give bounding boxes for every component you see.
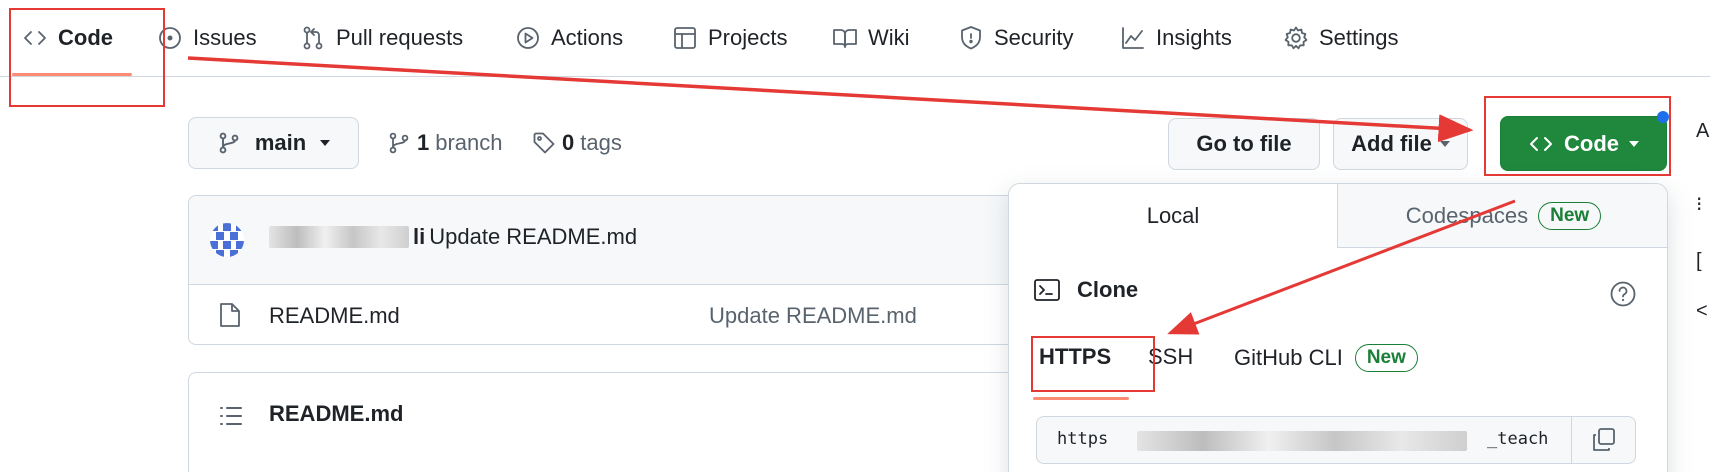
tab-local-label: Local	[1146, 203, 1200, 228]
copy-icon	[1592, 428, 1615, 451]
tab-wiki[interactable]: Wiki	[832, 18, 910, 58]
sidebar-edge-glyph: [	[1696, 250, 1702, 272]
file-row: README.md Update README.md	[189, 286, 1047, 344]
table-icon	[674, 27, 696, 49]
file-icon	[220, 303, 240, 327]
go-to-file-button[interactable]: Go to file	[1168, 118, 1320, 170]
tab-local[interactable]: Local	[1009, 184, 1338, 248]
readme-box: README.md	[188, 372, 1048, 472]
annotation-box-code-button	[1484, 96, 1671, 176]
add-file-button[interactable]: Add file	[1333, 118, 1468, 170]
redacted-url	[1137, 431, 1467, 451]
repo-nav: Code Issues Pull requests Actions Projec…	[0, 0, 1710, 77]
commit-author[interactable]: li	[413, 224, 425, 250]
tab-projects[interactable]: Projects	[672, 18, 787, 58]
avatar[interactable]	[210, 223, 244, 257]
dropdown-tabs: Local Codespaces New	[1009, 184, 1667, 248]
copy-url-button[interactable]	[1571, 417, 1635, 463]
branches-link[interactable]: 1 branch	[387, 130, 503, 156]
clone-url-input[interactable]: https anx _teach	[1037, 417, 1571, 463]
commit-message[interactable]: Update README.md	[429, 224, 637, 250]
new-badge: New	[1538, 201, 1602, 230]
question-icon[interactable]	[1609, 280, 1637, 308]
new-badge: New	[1354, 344, 1418, 372]
tab-wiki-label: Wiki	[868, 25, 910, 50]
add-file-label: Add file	[1351, 131, 1432, 156]
branch-label: branch	[435, 130, 503, 155]
file-commit-message[interactable]: Update README.md	[709, 303, 917, 329]
terminal-icon	[1034, 279, 1060, 301]
tag-label: tags	[580, 130, 622, 155]
latest-commit-text: li Update README.md	[269, 224, 637, 250]
tab-github-cli[interactable]: GitHub CLI New	[1234, 344, 1418, 372]
tab-actions[interactable]: Actions	[515, 18, 623, 58]
tab-issues[interactable]: Issues	[157, 18, 257, 58]
tab-insights-label: Insights	[1156, 25, 1232, 50]
tab-security-label: Security	[994, 25, 1074, 50]
shield-icon	[961, 26, 981, 50]
branch-name: main	[254, 130, 307, 155]
chevron-down-icon	[320, 140, 331, 146]
play-icon	[517, 27, 539, 49]
annotation-box-code-tab	[9, 8, 165, 107]
branch-icon	[219, 132, 239, 154]
list-icon[interactable]	[219, 405, 243, 427]
annotation-box-https-tab	[1031, 336, 1155, 392]
latest-commit-row: li Update README.md	[189, 196, 1047, 285]
chevron-down-icon	[1439, 141, 1450, 147]
tab-codespaces-label: Codespaces	[1405, 202, 1529, 228]
tab-actions-label: Actions	[551, 25, 624, 50]
branch-select-button[interactable]: main	[188, 117, 359, 169]
readme-title[interactable]: README.md	[269, 401, 403, 427]
clone-title: Clone	[1077, 277, 1139, 302]
clone-dropdown: Local Codespaces New Clone HTTPS SSH Git…	[1008, 183, 1668, 472]
tab-pull-requests[interactable]: Pull requests	[300, 18, 463, 58]
tab-issues-label: Issues	[193, 25, 257, 50]
tag-count: 0	[562, 130, 575, 155]
branch-icon	[389, 132, 409, 154]
tab-pull-requests-label: Pull requests	[336, 25, 464, 50]
clone-url-start: https	[1057, 429, 1109, 449]
redacted-author	[269, 226, 409, 248]
sidebar-edge-glyph: ⁝	[1696, 194, 1703, 216]
graph-icon	[1122, 27, 1144, 49]
gear-icon	[1284, 26, 1308, 50]
clone-url-field: https anx _teach	[1036, 416, 1636, 464]
tab-insights[interactable]: Insights	[1120, 18, 1232, 58]
tab-security[interactable]: Security	[958, 18, 1073, 58]
go-to-file-label: Go to file	[1196, 131, 1292, 156]
clone-url-end: _teach	[1487, 429, 1549, 449]
tab-codespaces[interactable]: Codespaces New	[1338, 184, 1667, 248]
file-name[interactable]: README.md	[269, 303, 400, 329]
sidebar-edge-glyph: <	[1696, 300, 1708, 322]
clone-header: Clone	[1033, 276, 1138, 304]
pull-request-icon	[303, 26, 323, 50]
tab-settings[interactable]: Settings	[1283, 18, 1399, 58]
book-icon	[833, 29, 857, 48]
tags-link[interactable]: 0 tags	[532, 130, 622, 156]
tab-settings-label: Settings	[1319, 25, 1399, 50]
tag-icon	[533, 132, 555, 154]
file-list-box: li Update README.md README.md Update REA…	[188, 195, 1048, 345]
branch-count: 1	[417, 130, 430, 155]
tab-projects-label: Projects	[708, 25, 788, 50]
tab-github-cli-label: GitHub CLI	[1234, 345, 1343, 370]
sidebar-edge-glyph: A	[1696, 120, 1710, 142]
protocol-tab-underline	[1033, 397, 1129, 400]
